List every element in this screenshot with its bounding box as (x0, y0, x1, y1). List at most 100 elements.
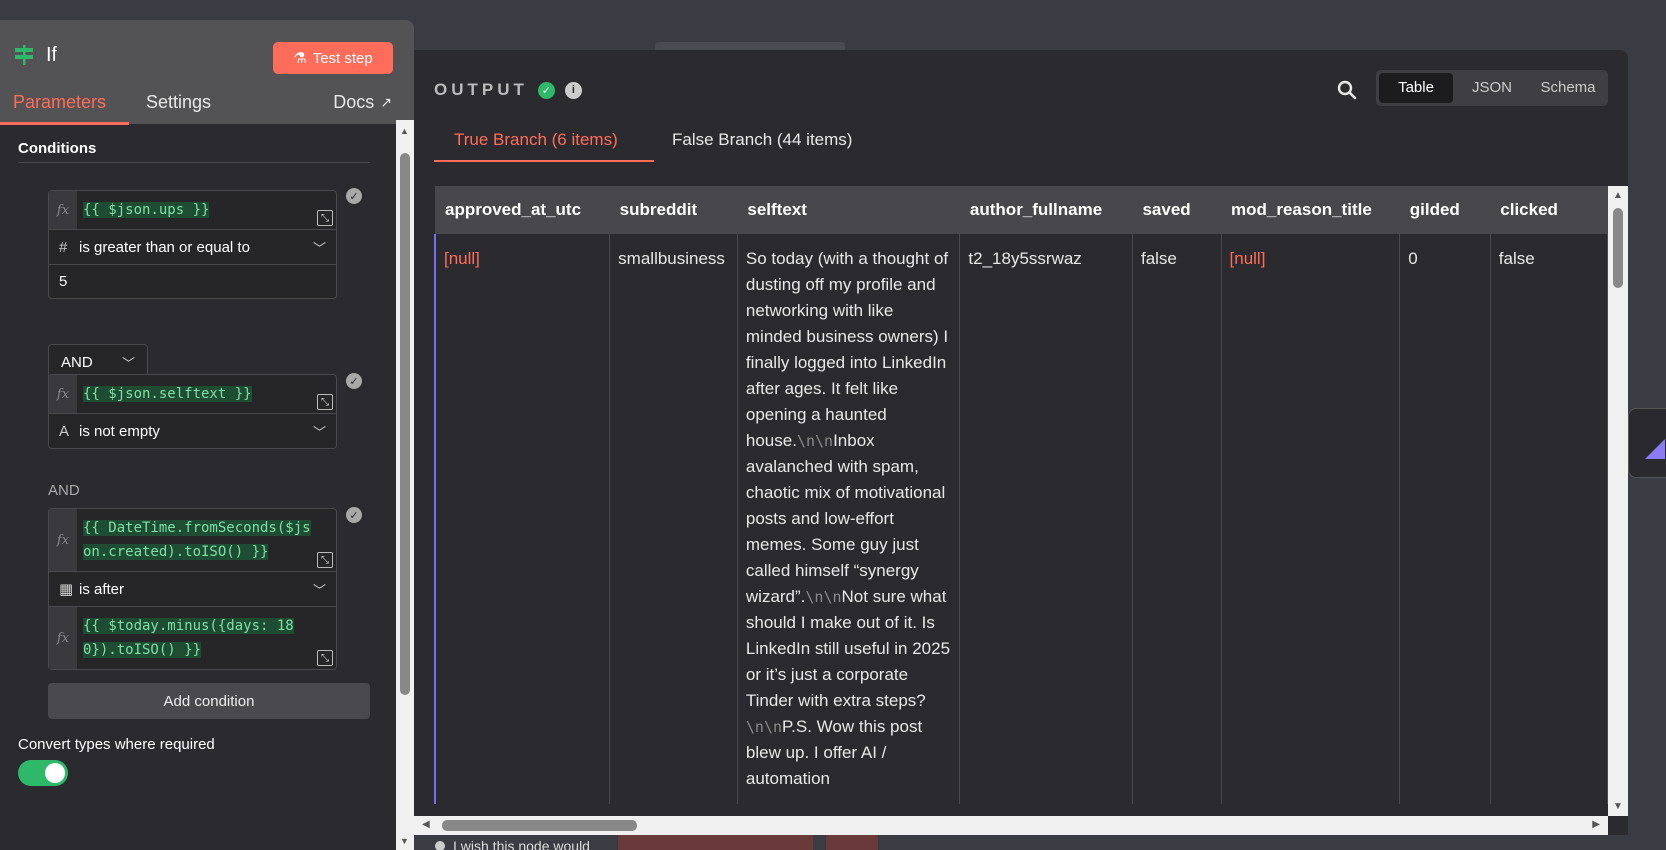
chevron-down-icon: ﹀ (312, 582, 326, 598)
condition-2-expression[interactable]: {{ $json.selftext }} (77, 375, 336, 413)
parameters-panel: If ⚗ Test step Parameters Settings Docs … (0, 20, 414, 850)
convert-types-toggle[interactable] (18, 760, 68, 786)
column-header[interactable]: approved_at_utc (435, 186, 610, 234)
condition-2-left-value[interactable]: fx {{ $json.selftext }} ⤡ (49, 375, 336, 414)
and-label: AND (48, 482, 80, 499)
condition-1-right-value[interactable]: 5 (49, 265, 336, 298)
column-header[interactable]: subreddit (609, 186, 738, 234)
cell-clicked[interactable]: false (1490, 234, 1608, 804)
condition-3-value-expression[interactable]: {{ $today.minus({days: 18 0}).toISO() }} (77, 607, 336, 669)
view-switcher: Table JSON Schema (1376, 70, 1608, 106)
scroll-up-icon[interactable]: ▲ (400, 126, 409, 136)
scroll-thumb[interactable] (400, 153, 410, 695)
condition-1-expression[interactable]: {{ $json.ups }} (77, 191, 336, 229)
escaped-newline: \n\n (796, 432, 834, 450)
fx-icon: fx (49, 375, 77, 413)
docs-link[interactable]: Docs ↗ (333, 92, 392, 113)
pencil-icon[interactable] (1628, 408, 1666, 478)
column-header[interactable]: mod_reason_title (1221, 186, 1400, 234)
external-link-icon: ↗ (380, 94, 392, 110)
active-tab-underline (0, 122, 129, 125)
tab-parameters[interactable]: Parameters (13, 92, 106, 113)
expand-icon[interactable]: ⤡ (317, 394, 333, 410)
node-header: If ⚗ Test step Parameters Settings Docs … (0, 20, 414, 125)
column-header[interactable]: saved (1132, 186, 1222, 234)
feedback-hint-text: I wish this node would (453, 838, 590, 850)
cell-selftext[interactable]: So today (with a thought of dusting off … (737, 234, 961, 804)
operator-label: is after (79, 580, 125, 598)
tab-settings[interactable]: Settings (146, 92, 211, 113)
test-step-label: Test step (312, 49, 373, 67)
chevron-down-icon: ﹀ (312, 424, 326, 440)
scroll-right-icon[interactable]: ▶ (1592, 819, 1600, 830)
search-icon[interactable] (1335, 78, 1359, 102)
scroll-up-icon[interactable]: ▲ (1613, 190, 1623, 201)
column-header[interactable]: clicked (1490, 186, 1608, 234)
fx-icon: fx (49, 191, 77, 229)
flask-icon: ⚗ (293, 50, 307, 67)
cell-mod-reason-title[interactable]: [null] (1221, 234, 1401, 804)
column-header[interactable]: selftext (737, 186, 960, 234)
condition-3-expression[interactable]: {{ DateTime.fromSeconds($js on.created).t… (77, 509, 336, 571)
feedback-hint[interactable]: I wish this node would (435, 838, 590, 850)
active-branch-underline (434, 160, 654, 162)
selftext-fragment: So today (with a thought of dusting off … (745, 249, 949, 450)
tab-true-branch[interactable]: True Branch (6 items) (454, 130, 618, 150)
docs-label: Docs (333, 92, 375, 112)
info-icon[interactable]: i (564, 81, 582, 99)
output-title-label: OUTPUT (434, 80, 528, 99)
expand-icon[interactable]: ⤡ (317, 650, 333, 666)
bottom-action-button-2[interactable] (826, 833, 878, 850)
check-circle-icon: ✓ (346, 188, 362, 204)
tab-false-branch[interactable]: False Branch (44 items) (672, 130, 852, 150)
condition-2: fx {{ $json.selftext }} ⤡ A is not empty… (48, 374, 337, 449)
column-header[interactable]: author_fullname (959, 186, 1133, 234)
chevron-down-icon: ﹀ (312, 240, 326, 256)
check-circle-icon: ✓ (346, 507, 362, 523)
cell-author-fullname[interactable]: t2_18y5ssrwaz (959, 234, 1133, 804)
condition-1-left-value[interactable]: fx {{ $json.ups }} ⤡ (49, 191, 336, 230)
condition-1: fx {{ $json.ups }} ⤡ # is greater than o… (48, 190, 337, 299)
condition-2-operator[interactable]: A is not empty ﹀ (49, 414, 336, 448)
add-condition-button[interactable]: Add condition (48, 683, 370, 719)
cell-subreddit[interactable]: smallbusiness (609, 234, 738, 804)
condition-3-right-value[interactable]: fx {{ $today.minus({days: 18 0}).toISO() … (49, 607, 336, 669)
chevron-down-icon: ﹀ (121, 355, 135, 371)
column-header[interactable]: gilded (1399, 186, 1491, 234)
expand-icon[interactable]: ⤡ (317, 552, 333, 568)
condition-3-operator[interactable]: ▦ is after ﹀ (49, 572, 336, 607)
scroll-thumb[interactable] (442, 820, 637, 831)
string-type-icon: A (59, 422, 70, 440)
node-title: If (46, 44, 58, 66)
view-schema[interactable]: Schema (1531, 73, 1605, 103)
table-row: [null] smallbusiness So today (with a th… (434, 234, 1608, 804)
escaped-newline: \n\n (805, 588, 842, 606)
test-step-button[interactable]: ⚗ Test step (273, 42, 393, 74)
bottom-action-button[interactable] (618, 833, 813, 850)
fx-icon: fx (49, 509, 77, 571)
cell-saved[interactable]: false (1132, 234, 1222, 804)
view-json[interactable]: JSON (1455, 73, 1529, 103)
signpost-icon (15, 45, 33, 65)
output-title: OUTPUT ✓ i (434, 80, 582, 100)
table-header-row: approved_at_utc subreddit selftext autho… (435, 186, 1608, 234)
fx-icon: fx (49, 607, 77, 669)
cell-gilded[interactable]: 0 (1399, 234, 1491, 804)
parameters-scrollbar[interactable]: ▲ ▼ (396, 120, 414, 850)
scroll-left-icon[interactable]: ◀ (422, 819, 430, 830)
lightbulb-icon (435, 841, 445, 850)
scroll-down-icon[interactable]: ▼ (1613, 801, 1623, 812)
divider (18, 162, 370, 163)
conditions-title: Conditions (18, 140, 97, 157)
scroll-thumb[interactable] (1613, 208, 1623, 288)
condition-3-left-value[interactable]: fx {{ DateTime.fromSeconds($js on.created… (49, 509, 336, 572)
scroll-down-icon[interactable]: ▼ (400, 836, 409, 846)
condition-1-operator[interactable]: # is greater than or equal to ﹀ (49, 230, 336, 265)
condition-1-value[interactable]: 5 (49, 265, 77, 298)
expand-icon[interactable]: ⤡ (317, 210, 333, 226)
cell-approved-at-utc[interactable]: [null] (434, 234, 611, 804)
view-table[interactable]: Table (1379, 73, 1453, 103)
table-horizontal-scrollbar[interactable]: ◀ ▶ (414, 816, 1608, 835)
escaped-newline: \n\n (745, 718, 783, 736)
table-vertical-scrollbar[interactable]: ▲ ▼ (1608, 186, 1628, 816)
